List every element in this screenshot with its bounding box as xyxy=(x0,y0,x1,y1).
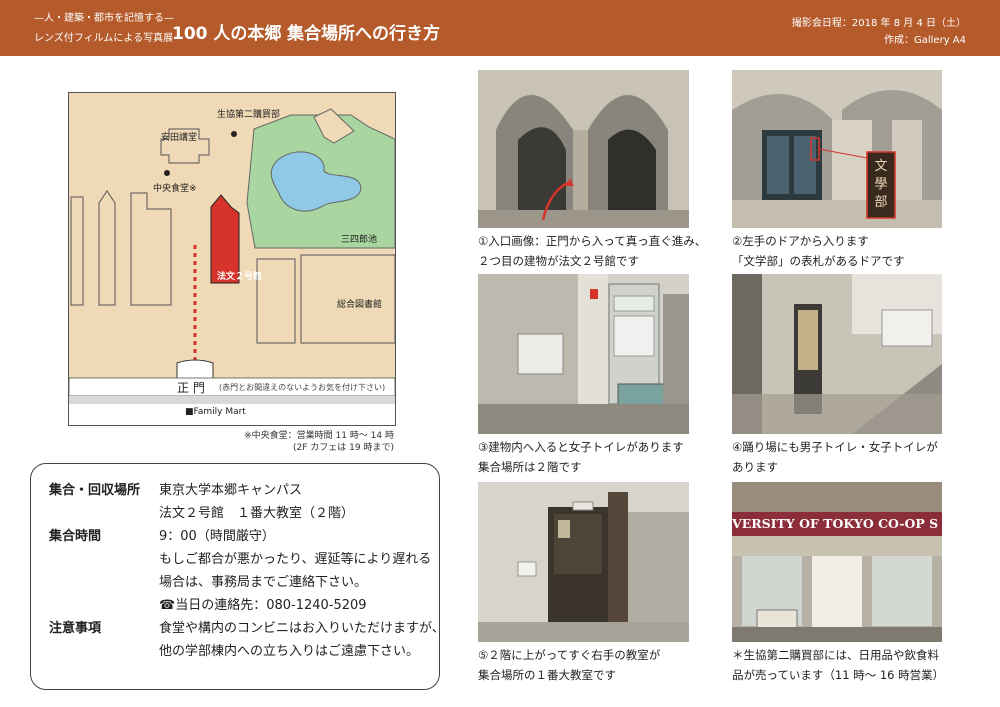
place-line-2: 法文２号館 １番大教室（２階） xyxy=(159,506,355,521)
photo-2-caption-1: ②左手のドアから入ります xyxy=(732,234,869,248)
map-label-pond: 三四郎池 xyxy=(341,235,378,245)
telephone-icon: ☎ xyxy=(159,598,176,613)
bldg-left-3 xyxy=(130,192,172,306)
time-line-2: もしご都合が悪かったり、遅延等により遅れる xyxy=(159,552,432,567)
map-label-cafeteria: 中央食堂※ xyxy=(153,184,197,194)
phone-line: ☎当日の連絡先：080-1240-5209 xyxy=(159,594,367,613)
photo-5-caption-1: ⑤２階に上がってすぐ右手の教室が xyxy=(478,648,661,662)
road-sidewalk xyxy=(69,396,395,404)
photo-4-caption-2: あります xyxy=(732,460,778,474)
caution-label: 注意事項 xyxy=(49,621,102,636)
bldg-left-2 xyxy=(98,190,116,306)
photo-1-caption-2: ２つ目の建物が法文２号館です xyxy=(478,254,639,268)
exhibition-name: レンズ付フィルムによる写真展 xyxy=(34,33,174,44)
campus-map: 生協第二購買部 安田講堂 中央食堂※ 三四郎池 法文２号館 総合図書館 正 門 … xyxy=(68,92,396,426)
schedule-date: 撮影会日程：2018 年 8 月 4 日（土） xyxy=(791,18,966,29)
map-label-coop: 生協第二購買部 xyxy=(217,110,281,120)
place-line-1: 東京大学本郷キャンパス xyxy=(159,483,303,498)
map-label-yasuda: 安田講堂 xyxy=(161,133,198,143)
photo-1-entrance-arches xyxy=(478,70,689,228)
map-label-family-mart: ■Family Mart xyxy=(185,407,246,417)
map-label-main-gate: 正 門 xyxy=(177,381,205,395)
faculty-sign-text: 文學部 xyxy=(874,159,888,210)
map-footnote-2: (2F カフェは 19 時まで) xyxy=(293,443,394,453)
caution-line-2: 他の学部棟内への立ち入りはご遠慮下さい。 xyxy=(159,644,420,659)
map-label-hobun-2: 法文２号館 xyxy=(217,272,263,282)
meeting-info-box: 集合・回収場所 東京大学本郷キャンパス 法文２号館 １番大教室（２階） 集合時間… xyxy=(30,463,445,690)
photo-2-caption-2: 「文学部」の表札があるドアです xyxy=(732,254,905,268)
bldg-center xyxy=(256,258,296,344)
main-gate-shape xyxy=(176,359,214,378)
photo-1-caption-1: ①入口画像：正門から入って真っ直ぐ進み、 xyxy=(478,234,707,248)
photo-4-stair-landing xyxy=(732,274,942,434)
time-label: 集合時間 xyxy=(49,529,102,544)
photo-6-caption-1: ＊生協第二購買部には、日用品や飲食料 xyxy=(732,648,939,662)
phone-text: 当日の連絡先：080-1240-5209 xyxy=(175,598,367,613)
photo-3-interior-restroom xyxy=(478,274,689,434)
photo-6-coop-store: VERSITY OF TOKYO CO-OP S xyxy=(732,482,942,642)
photo-3-caption-1: ③建物内へ入ると女子トイレがあります xyxy=(478,440,684,454)
time-line-3: 場合は、事務局までご連絡下さい。 xyxy=(159,575,368,590)
tagline: —人・建築・都市を記憶する— xyxy=(34,13,174,24)
map-gate-note: (赤門とお間違えのないようお気を付け下さい) xyxy=(219,383,386,392)
photo-5-classroom-door xyxy=(478,482,689,642)
author: 作成：Gallery A4 xyxy=(884,35,966,46)
photo-6-caption-2: 品が売っています（11 時〜 16 時営業） xyxy=(732,668,945,682)
photo-3-caption-2: 集合場所は２階です xyxy=(478,460,582,474)
coop-dot xyxy=(231,131,237,137)
map-label-library: 総合図書館 xyxy=(337,300,383,310)
bldg-left-1 xyxy=(70,196,84,306)
place-label: 集合・回収場所 xyxy=(49,483,141,498)
photo-5-caption-2: 集合場所の１番大教室です xyxy=(478,668,616,682)
project-name: 100 人の本郷 xyxy=(172,24,282,44)
caution-line-1: 食堂や構内のコンビニはお入りいただけますが、 xyxy=(159,621,445,636)
header-bar: —人・建築・都市を記憶する— レンズ付フィルムによる写真展 100 人の本郷 集… xyxy=(0,0,1000,56)
coop-banner-text: VERSITY OF TOKYO CO-OP S xyxy=(732,516,939,531)
photo-4-caption-1: ④踊り場にも男子トイレ・女子トイレが xyxy=(732,440,938,454)
map-graphic xyxy=(69,108,395,425)
photo-2-door-sign: 文學部 xyxy=(732,70,942,228)
cafeteria-dot xyxy=(164,170,170,176)
page-title: 集合場所への行き方 xyxy=(287,24,440,44)
time-line-1: 9：00（時間厳守） xyxy=(159,529,275,544)
